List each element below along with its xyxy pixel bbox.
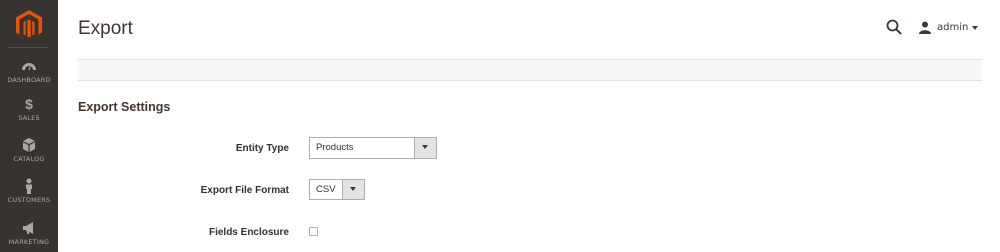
person-icon: [26, 178, 32, 194]
chevron-down-icon: [342, 180, 364, 199]
sidebar-item-dashboard[interactable]: DASHBOARD: [0, 58, 58, 84]
dashboard-icon: [22, 63, 36, 70]
sidebar-item-catalog[interactable]: CATALOG: [0, 137, 58, 163]
admin-username: admin: [937, 21, 969, 33]
fields-enclosure-checkbox[interactable]: [309, 227, 318, 236]
megaphone-icon: [23, 222, 33, 234]
export-file-format-value: CSV: [316, 184, 336, 195]
dollar-icon: $: [25, 96, 33, 112]
sidebar-item-label: MARKETING: [8, 238, 50, 246]
chevron-down-icon: [972, 26, 979, 30]
search-icon[interactable]: [886, 19, 902, 35]
page-actions-bar: [78, 59, 982, 81]
admin-user-menu[interactable]: admin: [919, 19, 979, 35]
sidebar-divider: [8, 47, 48, 48]
entity-type-select[interactable]: Products: [309, 137, 437, 159]
entity-type-value: Products: [316, 142, 354, 153]
export-file-format-select[interactable]: CSV: [309, 179, 365, 200]
fields-enclosure-label: Fields Enclosure: [208, 227, 289, 238]
sidebar-item-label: DASHBOARD: [7, 76, 51, 84]
sidebar-item-label: CATALOG: [13, 155, 45, 163]
page-title: Export: [78, 18, 133, 39]
user-icon: [919, 21, 931, 34]
chevron-down-icon: [414, 138, 436, 158]
box-icon: [23, 138, 35, 152]
sidebar-item-marketing[interactable]: MARKETING: [0, 220, 58, 246]
sidebar-item-sales[interactable]: $ SALES: [0, 96, 58, 122]
sidebar-item-customers[interactable]: CUSTOMERS: [0, 178, 58, 204]
sidebar-item-label: CUSTOMERS: [7, 196, 51, 204]
magento-logo-icon[interactable]: [16, 10, 42, 40]
admin-sidebar: DASHBOARD $ SALES CATALOG CUSTOMERS MARK…: [0, 0, 58, 252]
entity-type-label: Entity Type: [235, 143, 289, 154]
sidebar-item-label: SALES: [18, 114, 40, 122]
export-file-format-label: Export File Format: [200, 185, 289, 196]
section-title: Export Settings: [78, 100, 171, 114]
